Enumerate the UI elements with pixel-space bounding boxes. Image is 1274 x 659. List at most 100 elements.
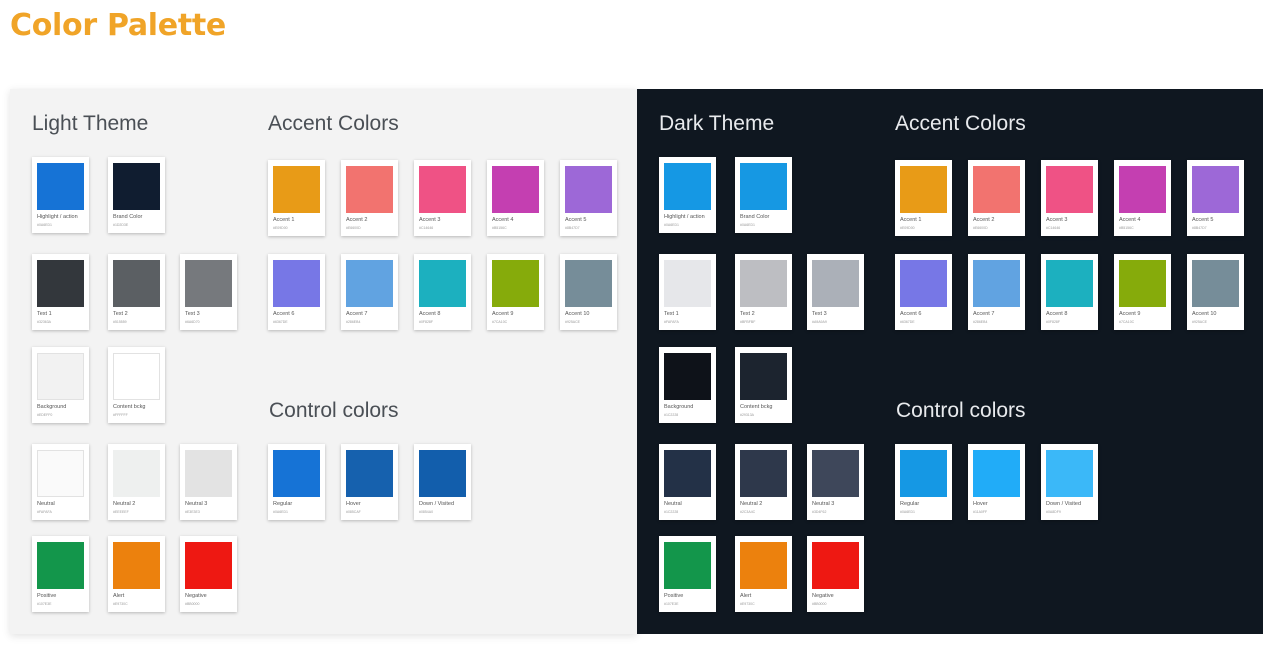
dark-theme-heading: Dark Theme: [659, 112, 775, 135]
color-swatch: [419, 450, 466, 497]
control-swatch-card: Down / Visited #0854A0: [414, 444, 471, 520]
swatch-name: Accent 2: [973, 217, 995, 223]
color-swatch: [740, 260, 787, 307]
swatch-hex: #B5156C: [1119, 226, 1134, 230]
swatch-name: Accent 10: [565, 311, 590, 317]
color-swatch: [37, 353, 84, 400]
swatch-hex: #BB0000: [185, 602, 200, 606]
color-swatch: [1192, 260, 1239, 307]
accent-swatch-card: Accent 7 #286EB4: [341, 254, 398, 330]
color-swatch: [1046, 260, 1093, 307]
accent-swatch-card: Accent 2 #E6600D: [968, 160, 1025, 236]
swatch-name: Accent 4: [1119, 217, 1141, 223]
swatch-name: Text 3: [812, 311, 827, 317]
swatch-hex: #0A6ED1: [740, 223, 755, 227]
color-swatch: [973, 166, 1020, 213]
theme-swatch-card: Text 2 #BFBFBF: [735, 254, 792, 330]
dark-control-heading: Control colors: [896, 399, 1026, 422]
accent-swatch-card: Accent 3 #C14646: [414, 160, 471, 236]
swatch-name: Text 2: [740, 311, 755, 317]
swatch-name: Accent 10: [1192, 311, 1217, 317]
swatch-hex: #E6600D: [973, 226, 988, 230]
color-swatch: [37, 450, 84, 497]
swatch-name: Accent 6: [273, 311, 295, 317]
color-swatch: [419, 260, 466, 307]
color-swatch: [273, 260, 320, 307]
swatch-hex: #A9A9A9: [812, 320, 827, 324]
color-swatch: [185, 260, 232, 307]
accent-swatch-card: Accent 6 #6367DE: [895, 254, 952, 330]
swatch-hex: #11A0FF: [973, 510, 988, 514]
color-swatch: [740, 163, 787, 210]
theme-swatch-card: Background #EDEFF0: [32, 347, 89, 423]
swatch-name: Accent 3: [1046, 217, 1068, 223]
color-swatch: [664, 260, 711, 307]
swatch-hex: #FAFAFA: [664, 320, 679, 324]
accent-swatch-card: Accent 7 #286EB4: [968, 254, 1025, 330]
swatch-name: Accent 1: [900, 217, 922, 223]
light-accent-heading: Accent Colors: [268, 112, 399, 135]
theme-swatch-card: Alert #E9730C: [108, 536, 165, 612]
swatch-name: Alert: [740, 593, 752, 599]
theme-swatch-card: Text 2 #515559: [108, 254, 165, 330]
swatch-name: Accent 2: [346, 217, 368, 223]
swatch-hex: #B5156C: [492, 226, 507, 230]
swatch-hex: #E09D00: [273, 226, 288, 230]
color-swatch: [346, 450, 393, 497]
color-swatch: [973, 260, 1020, 307]
swatch-hex: #E3E3E3: [185, 510, 200, 514]
swatch-hex: #925ACE: [1192, 320, 1207, 324]
theme-swatch-card: Neutral #1C2228: [659, 444, 716, 520]
swatch-hex: #7CA10C: [492, 320, 508, 324]
swatch-name: Neutral 2: [113, 501, 136, 507]
swatch-name: Accent 3: [419, 217, 441, 223]
color-swatch: [740, 542, 787, 589]
control-swatch-card: Regular #0A6ED1: [268, 444, 325, 520]
color-swatch: [1119, 166, 1166, 213]
swatch-name: Accent 5: [1192, 217, 1214, 223]
swatch-hex: #8B47D7: [565, 226, 580, 230]
theme-swatch-card: Neutral 3 #E3E3E3: [180, 444, 237, 520]
theme-swatch-card: Highlight / action #0A6ED1: [659, 157, 716, 233]
swatch-hex: #EEEEEF: [113, 510, 129, 514]
swatch-hex: #FFFFFF: [113, 413, 128, 417]
swatch-hex: #E09D00: [900, 226, 915, 230]
color-swatch: [1119, 260, 1166, 307]
color-swatch: [346, 260, 393, 307]
accent-swatch-card: Accent 8 #0F828F: [414, 254, 471, 330]
swatch-name: Text 3: [185, 311, 200, 317]
color-swatch: [492, 260, 539, 307]
swatch-hex: #107E3E: [664, 602, 679, 606]
color-swatch: [812, 450, 859, 497]
accent-swatch-card: Accent 2 #E6600D: [341, 160, 398, 236]
swatch-name: Neutral 2: [740, 501, 763, 507]
swatch-hex: #3D4F62: [812, 510, 827, 514]
swatch-name: Text 1: [37, 311, 52, 317]
swatch-hex: #EDEFF0: [37, 413, 53, 417]
swatch-hex: #515559: [113, 320, 127, 324]
color-swatch: [113, 450, 160, 497]
color-swatch: [273, 450, 320, 497]
swatch-name: Regular: [273, 501, 293, 507]
swatch-name: Accent 7: [973, 311, 995, 317]
color-swatch: [740, 353, 787, 400]
color-swatch: [37, 260, 84, 307]
swatch-hex: #7CA10C: [1119, 320, 1135, 324]
color-swatch: [113, 163, 160, 210]
swatch-name: Accent 6: [900, 311, 922, 317]
swatch-name: Text 2: [113, 311, 128, 317]
color-swatch: [812, 260, 859, 307]
swatch-name: Content bckg: [113, 404, 146, 410]
color-swatch: [113, 260, 160, 307]
theme-swatch-card: Neutral 2 #2C3A4C: [735, 444, 792, 520]
color-swatch: [565, 260, 612, 307]
theme-swatch-card: Neutral #FAFAFA: [32, 444, 89, 520]
swatch-hex: #8B47D7: [1192, 226, 1207, 230]
theme-swatch-card: Negative #BB0000: [180, 536, 237, 612]
swatch-hex: #6A6D70: [185, 320, 200, 324]
color-swatch: [900, 166, 947, 213]
swatch-name: Regular: [900, 501, 920, 507]
swatch-name: Neutral: [664, 501, 682, 507]
theme-swatch-card: Neutral 3 #3D4F62: [807, 444, 864, 520]
accent-swatch-card: Accent 4 #B5156C: [1114, 160, 1171, 236]
